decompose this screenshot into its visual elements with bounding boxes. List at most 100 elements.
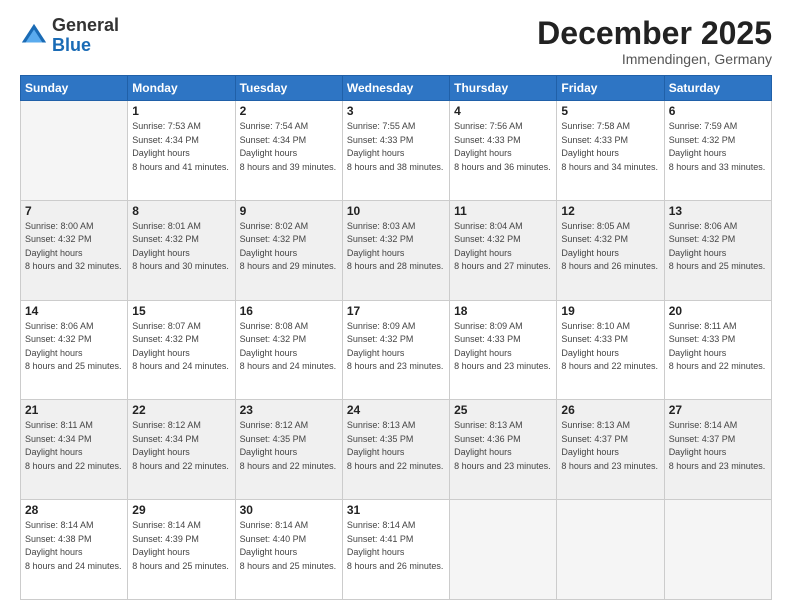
header: General Blue December 2025 Immendingen, … [20,16,772,67]
daylight-label: Daylight hours [25,547,83,557]
day-number: 24 [347,403,445,417]
day-number: 28 [25,503,123,517]
day-number: 11 [454,204,552,218]
logo-icon [20,22,48,50]
day-info: Sunrise: 7:58 AMSunset: 4:33 PMDaylight … [561,120,659,174]
daylight-detail: 8 hours and 25 minutes. [132,561,229,571]
sunset-text: Sunset: 4:36 PM [454,434,521,444]
calendar-header-row: Sunday Monday Tuesday Wednesday Thursday… [21,76,772,101]
table-row: 1Sunrise: 7:53 AMSunset: 4:34 PMDaylight… [128,101,235,201]
col-sunday: Sunday [21,76,128,101]
daylight-label: Daylight hours [561,447,619,457]
calendar-week-row: 1Sunrise: 7:53 AMSunset: 4:34 PMDaylight… [21,101,772,201]
daylight-label: Daylight hours [347,248,405,258]
daylight-detail: 8 hours and 26 minutes. [347,561,444,571]
sunrise-text: Sunrise: 8:12 AM [132,420,201,430]
day-number: 4 [454,104,552,118]
sunset-text: Sunset: 4:38 PM [25,534,92,544]
daylight-detail: 8 hours and 33 minutes. [669,162,766,172]
sunset-text: Sunset: 4:32 PM [347,234,414,244]
daylight-label: Daylight hours [240,447,298,457]
day-number: 10 [347,204,445,218]
sunrise-text: Sunrise: 7:56 AM [454,121,523,131]
sunrise-text: Sunrise: 7:55 AM [347,121,416,131]
table-row: 6Sunrise: 7:59 AMSunset: 4:32 PMDaylight… [664,101,771,201]
daylight-label: Daylight hours [132,348,190,358]
day-number: 21 [25,403,123,417]
sunrise-text: Sunrise: 8:06 AM [25,321,94,331]
col-friday: Friday [557,76,664,101]
day-number: 31 [347,503,445,517]
table-row: 11Sunrise: 8:04 AMSunset: 4:32 PMDayligh… [450,200,557,300]
table-row: 14Sunrise: 8:06 AMSunset: 4:32 PMDayligh… [21,300,128,400]
day-info: Sunrise: 8:14 AMSunset: 4:39 PMDaylight … [132,519,230,573]
daylight-detail: 8 hours and 25 minutes. [25,361,122,371]
sunrise-text: Sunrise: 8:01 AM [132,221,201,231]
day-info: Sunrise: 8:05 AMSunset: 4:32 PMDaylight … [561,220,659,274]
day-info: Sunrise: 8:06 AMSunset: 4:32 PMDaylight … [25,320,123,374]
daylight-label: Daylight hours [132,248,190,258]
daylight-detail: 8 hours and 25 minutes. [669,261,766,271]
day-number: 7 [25,204,123,218]
day-number: 3 [347,104,445,118]
day-info: Sunrise: 8:03 AMSunset: 4:32 PMDaylight … [347,220,445,274]
day-info: Sunrise: 8:12 AMSunset: 4:34 PMDaylight … [132,419,230,473]
sunrise-text: Sunrise: 8:14 AM [240,520,309,530]
logo: General Blue [20,16,119,56]
table-row: 21 Sunrise: 8:11 AMSunset: 4:34 PMDayligh… [21,400,128,500]
table-row: 17Sunrise: 8:09 AMSunset: 4:32 PMDayligh… [342,300,449,400]
day-number: 1 [132,104,230,118]
daylight-label: Daylight hours [347,547,405,557]
sunrise-text: Sunrise: 8:13 AM [561,420,630,430]
table-row: 3Sunrise: 7:55 AMSunset: 4:33 PMDaylight… [342,101,449,201]
table-row: 10 Sunrise: 8:03 AMSunset: 4:32 PMDayligh… [342,200,449,300]
month-title: December 2025 [537,16,772,51]
daylight-label: Daylight hours [669,148,727,158]
sunset-text: Sunset: 4:33 PM [561,135,628,145]
calendar-week-row: 28 Sunrise: 8:14 AM Sunset: 4:38 PM Dayligh… [21,500,772,600]
logo-general-text: General [52,15,119,35]
sunset-text: Sunset: 4:32 PM [240,234,307,244]
sunrise-text: Sunrise: 7:53 AM [132,121,201,131]
table-row [21,101,128,201]
sunset-text: Sunset: 4:34 PM [132,434,199,444]
day-info: Sunrise: 8:01 AMSunset: 4:32 PMDaylight … [132,220,230,274]
table-row: 8Sunrise: 8:01 AMSunset: 4:32 PMDaylight… [128,200,235,300]
sunrise-text: Sunrise: 8:08 AM [240,321,309,331]
sunrise-text: Sunrise: 8:10 AM [561,321,630,331]
daylight-detail: 8 hours and 38 minutes. [347,162,444,172]
day-info: Sunrise: 8:11 AMSunset: 4:34 PMDaylight … [25,419,123,473]
day-info: Sunrise: 8:09 AMSunset: 4:33 PMDaylight … [454,320,552,374]
day-number: 12 [561,204,659,218]
day-info: Sunrise: 8:14 AMSunset: 4:41 PMDaylight … [347,519,445,573]
sunrise-text: Sunrise: 8:05 AM [561,221,630,231]
daylight-detail: 8 hours and 39 minutes. [240,162,337,172]
daylight-label: Daylight hours [240,148,298,158]
sunset-text: Sunset: 4:32 PM [25,234,92,244]
daylight-detail: 8 hours and 24 minutes. [25,561,122,571]
day-number: 23 [240,403,338,417]
sunset-text: Sunset: 4:32 PM [669,135,736,145]
table-row [450,500,557,600]
day-number: 6 [669,104,767,118]
sunset-text: Sunset: 4:33 PM [454,135,521,145]
table-row [664,500,771,600]
sunset-text: Sunset: 4:33 PM [347,135,414,145]
daylight-label: Daylight hours [454,447,512,457]
sunrise-text: Sunrise: 8:14 AM [669,420,738,430]
sunset-text: Sunset: 4:35 PM [240,434,307,444]
table-row: 29Sunrise: 8:14 AMSunset: 4:39 PMDayligh… [128,500,235,600]
daylight-label: Daylight hours [25,447,83,457]
day-info: Sunrise: 8:09 AMSunset: 4:32 PMDaylight … [347,320,445,374]
sunset-text: Sunset: 4:32 PM [240,334,307,344]
table-row: 18 Sunrise: 8:09 AMSunset: 4:33 PMDayligh… [450,300,557,400]
day-number: 18 [454,304,552,318]
daylight-label: Daylight hours [561,348,619,358]
sunset-text: Sunset: 4:35 PM [347,434,414,444]
daylight-detail: 8 hours and 22 minutes. [25,461,122,471]
day-info: Sunrise: 8:06 AMSunset: 4:32 PMDaylight … [669,220,767,274]
daylight-detail: 8 hours and 23 minutes. [561,461,658,471]
daylight-detail: 8 hours and 25 minutes. [240,561,337,571]
page: General Blue December 2025 Immendingen, … [0,0,792,612]
daylight-detail: 8 hours and 41 minutes. [132,162,229,172]
